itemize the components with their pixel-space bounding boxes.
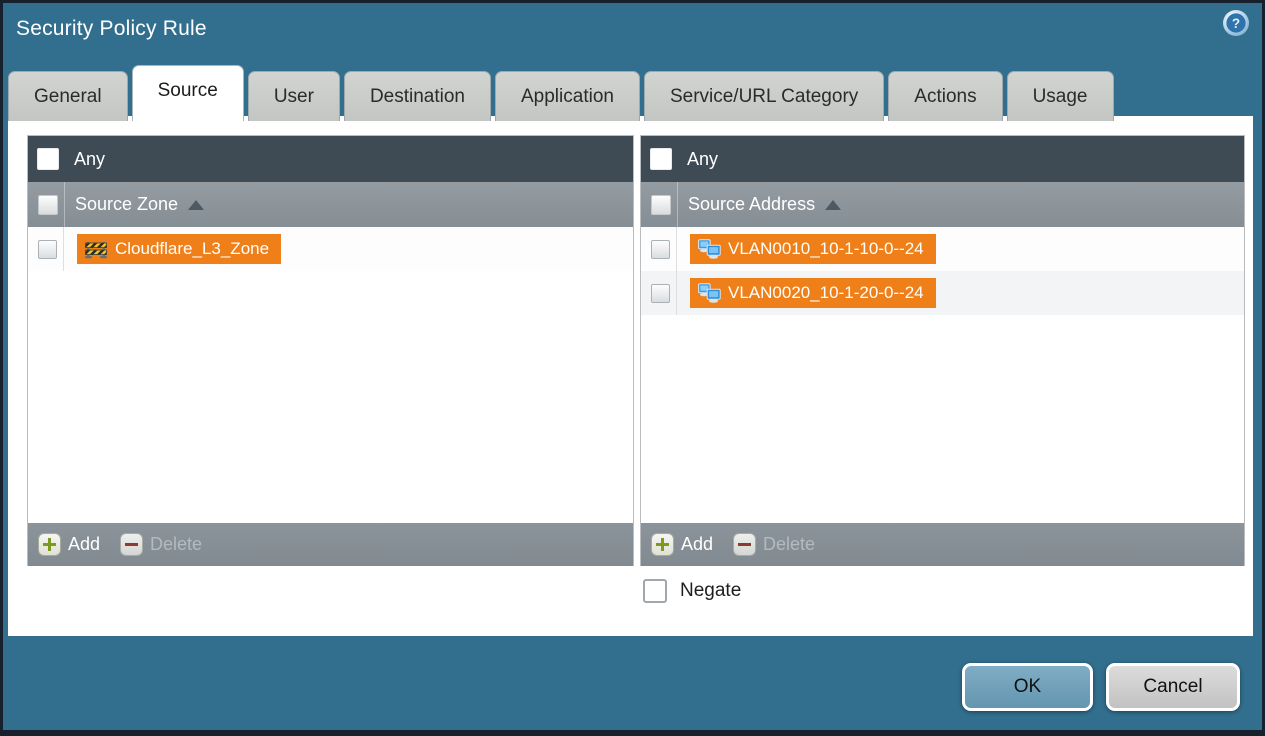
negate-checkbox[interactable] [643, 579, 667, 603]
any-label: Any [687, 148, 719, 169]
column-divider [64, 182, 65, 227]
any-checkbox[interactable] [37, 148, 59, 170]
sort-asc-icon [825, 199, 842, 210]
source-address-column-header[interactable]: Source Address [641, 182, 1244, 227]
source-zone-panel: Any Source Zone Cloudflare_L3_Zone Add D… [27, 135, 634, 566]
address-computers-glyph [697, 283, 721, 303]
source-address-panel: Any Source Address VLAN0010_10-1-10-0--2… [640, 135, 1245, 566]
table-row[interactable]: VLAN0010_10-1-10-0--24 [641, 227, 1244, 271]
item-label: Cloudflare_L3_Zone [115, 239, 270, 258]
tab-content: Any Source Zone Cloudflare_L3_Zone Add D… [8, 116, 1253, 636]
row-checkbox[interactable] [38, 239, 57, 259]
source-zone-column-header[interactable]: Source Zone [28, 182, 633, 227]
minus-icon [120, 533, 144, 556]
select-all-checkbox[interactable] [38, 194, 58, 215]
source-zone-any-header: Any [28, 136, 633, 182]
help-icon[interactable]: ? [1222, 9, 1250, 37]
plus-icon [651, 533, 674, 556]
add-button[interactable]: Add [651, 533, 713, 556]
source-address-list: VLAN0010_10-1-10-0--24 VLAN0020_10-1-20-… [641, 227, 1244, 523]
column-header-label: Source Zone [75, 194, 179, 214]
tab-actions[interactable]: Actions [888, 71, 1003, 121]
item-label: VLAN0020_10-1-20-0--24 [728, 283, 924, 302]
tab-bar: General Source User Destination Application S… [8, 65, 1114, 121]
zone-barrier-glyph [85, 242, 107, 259]
column-divider [676, 271, 677, 315]
tab-destination[interactable]: Destination [343, 71, 491, 121]
tab-usage[interactable]: Usage [1006, 71, 1114, 121]
source-zone-list: Cloudflare_L3_Zone [28, 227, 633, 523]
column-divider [63, 227, 64, 271]
negate-label: Negate [680, 580, 742, 601]
cancel-button[interactable]: Cancel [1106, 663, 1240, 711]
item-chip[interactable]: VLAN0020_10-1-20-0--24 [690, 278, 936, 308]
item-chip[interactable]: Cloudflare_L3_Zone [77, 234, 282, 264]
add-button[interactable]: Add [38, 533, 100, 556]
table-row[interactable]: Cloudflare_L3_Zone [28, 227, 633, 271]
any-label: Any [74, 148, 106, 169]
column-header-label: Source Address [688, 194, 816, 214]
ok-button[interactable]: OK [962, 663, 1093, 711]
source-address-any-header: Any [641, 136, 1244, 182]
address-icon [697, 239, 721, 259]
tab-service-url-category[interactable]: Service/URL Category [643, 71, 885, 121]
tab-application[interactable]: Application [495, 71, 640, 121]
plus-icon [38, 533, 61, 556]
dialog-title: Security Policy Rule [16, 17, 207, 40]
table-row[interactable]: VLAN0020_10-1-20-0--24 [641, 271, 1244, 315]
minus-icon [733, 533, 757, 556]
delete-button[interactable]: Delete [120, 533, 202, 556]
row-checkbox[interactable] [651, 283, 670, 303]
source-address-footer: Add Delete [641, 523, 1244, 566]
column-divider [676, 227, 677, 271]
sort-asc-icon [188, 199, 205, 210]
tab-user[interactable]: User [247, 71, 340, 121]
security-policy-rule-dialog: Security Policy Rule ? General Source User… [0, 0, 1265, 736]
svg-text:?: ? [1232, 16, 1240, 31]
any-checkbox[interactable] [650, 148, 672, 170]
source-zone-footer: Add Delete [28, 523, 633, 566]
zone-icon [84, 239, 108, 259]
address-icon [697, 283, 721, 303]
address-computers-glyph [697, 239, 721, 259]
tab-general[interactable]: General [8, 71, 128, 121]
column-divider [677, 182, 678, 227]
negate-option: Negate [643, 579, 741, 603]
row-checkbox[interactable] [651, 239, 670, 259]
delete-button[interactable]: Delete [733, 533, 815, 556]
item-label: VLAN0010_10-1-10-0--24 [728, 239, 924, 258]
item-chip[interactable]: VLAN0010_10-1-10-0--24 [690, 234, 936, 264]
tab-source[interactable]: Source [131, 65, 244, 121]
select-all-checkbox[interactable] [651, 194, 671, 215]
